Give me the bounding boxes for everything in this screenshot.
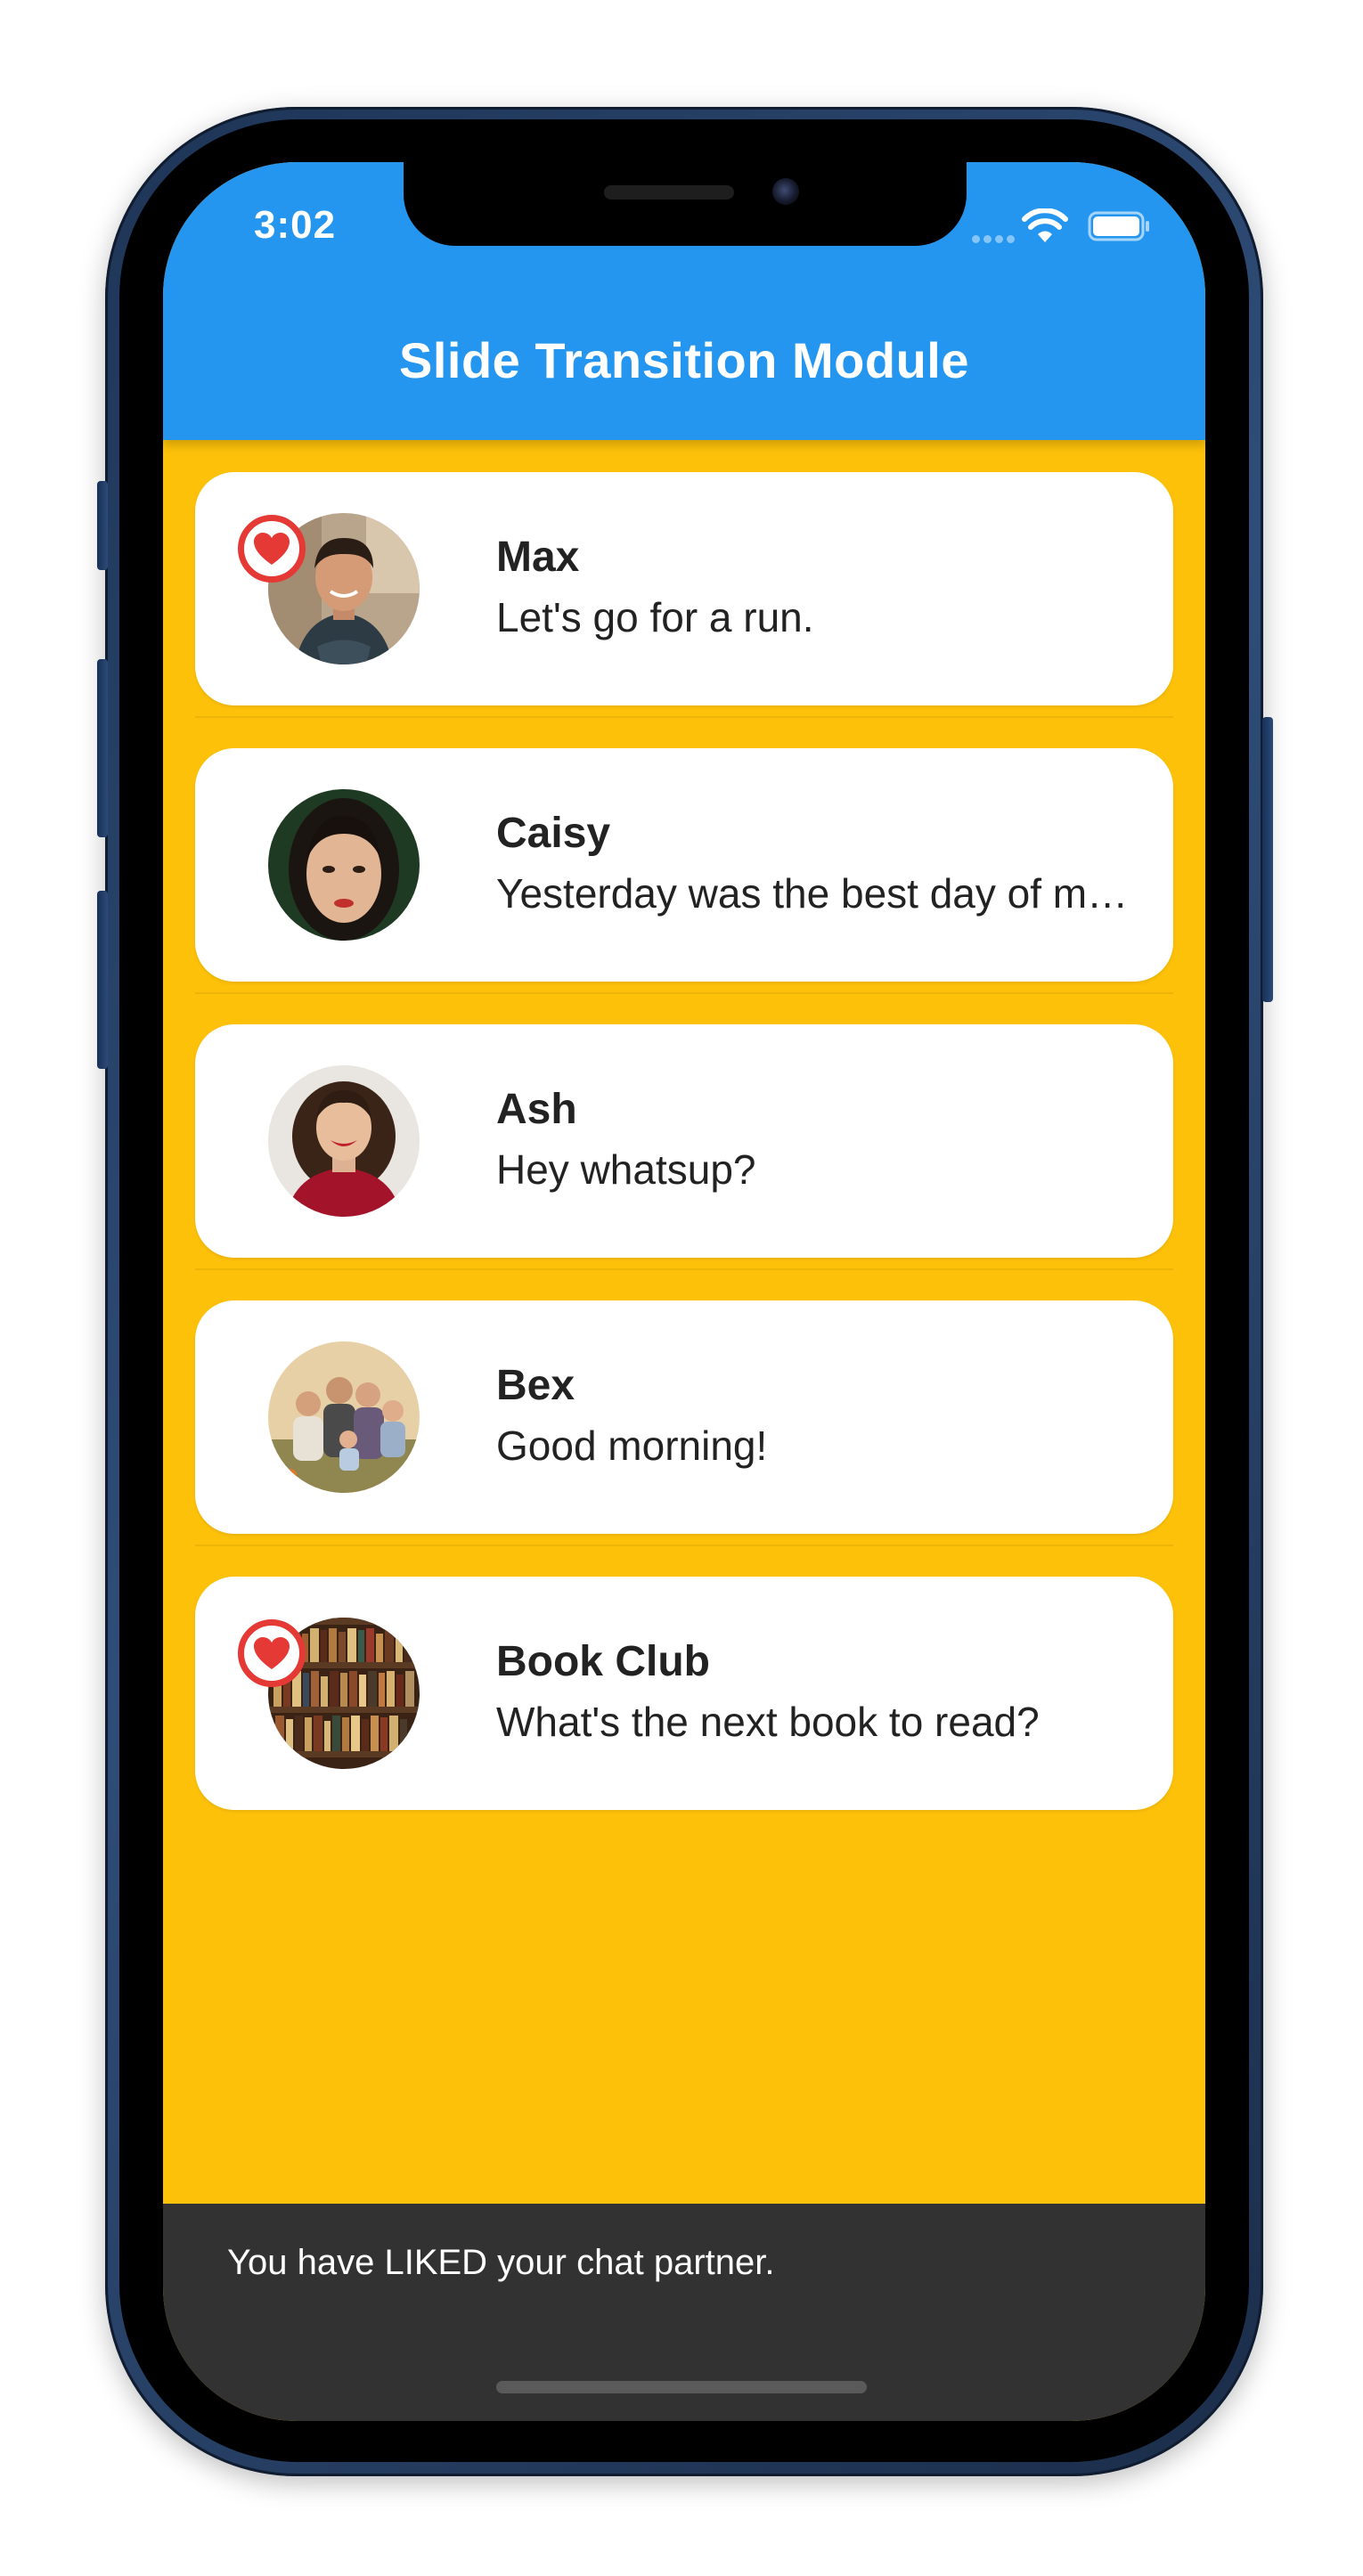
heart-icon[interactable] [238, 1619, 306, 1687]
speaker-grille [604, 185, 734, 200]
snackbar: You have LIKED your chat partner. [163, 2204, 1205, 2421]
avatar [268, 1065, 420, 1217]
wifi-icon [1022, 208, 1068, 242]
divider [195, 1268, 1173, 1270]
volume-up-button [97, 659, 108, 837]
chat-item-ash[interactable]: Ash Hey whatsup? [195, 1024, 1173, 1258]
chat-message: What's the next book to read? [496, 1699, 1040, 1745]
home-indicator[interactable] [496, 2381, 867, 2393]
divider [195, 992, 1173, 994]
snackbar-message: You have LIKED your chat partner. [227, 2243, 775, 2282]
volume-down-button [97, 891, 108, 1069]
signal-icon [972, 235, 1016, 244]
divider [195, 716, 1173, 718]
mute-switch [97, 481, 108, 570]
divider [195, 1545, 1173, 1546]
page-title: Slide Transition Module [399, 332, 969, 388]
avatar [268, 1341, 420, 1493]
chat-item-bex[interactable]: Bex Good morning! [195, 1300, 1173, 1534]
chat-item-book-club[interactable]: Book Club What's the next book to read? [195, 1577, 1173, 1810]
avatar [268, 789, 420, 941]
chat-item-max[interactable]: Max Let's go for a run. [195, 472, 1173, 705]
chat-name: Caisy [496, 810, 611, 857]
chat-name: Bex [496, 1362, 575, 1409]
phone-screen: 3:02 Slide Transition Module Max Let's g… [163, 162, 1205, 2421]
chat-message: Hey whatsup? [496, 1146, 756, 1193]
chat-name: Ash [496, 1086, 577, 1133]
chat-item-caisy[interactable]: Caisy Yesterday was the best day of my l… [195, 748, 1173, 982]
status-time: 3:02 [254, 203, 337, 247]
power-button [1262, 717, 1273, 1002]
battery-icon [1088, 211, 1149, 241]
heart-icon[interactable] [238, 515, 306, 583]
notch [404, 162, 967, 246]
app-bar: 3:02 Slide Transition Module [163, 162, 1205, 440]
chat-name: Book Club [496, 1638, 710, 1685]
chat-name: Max [496, 534, 580, 581]
chat-message: Let's go for a run. [496, 594, 814, 640]
chat-message: Good morning! [496, 1423, 768, 1469]
front-camera [772, 178, 799, 205]
chat-message: Yesterday was the best day of my life [496, 870, 1134, 917]
